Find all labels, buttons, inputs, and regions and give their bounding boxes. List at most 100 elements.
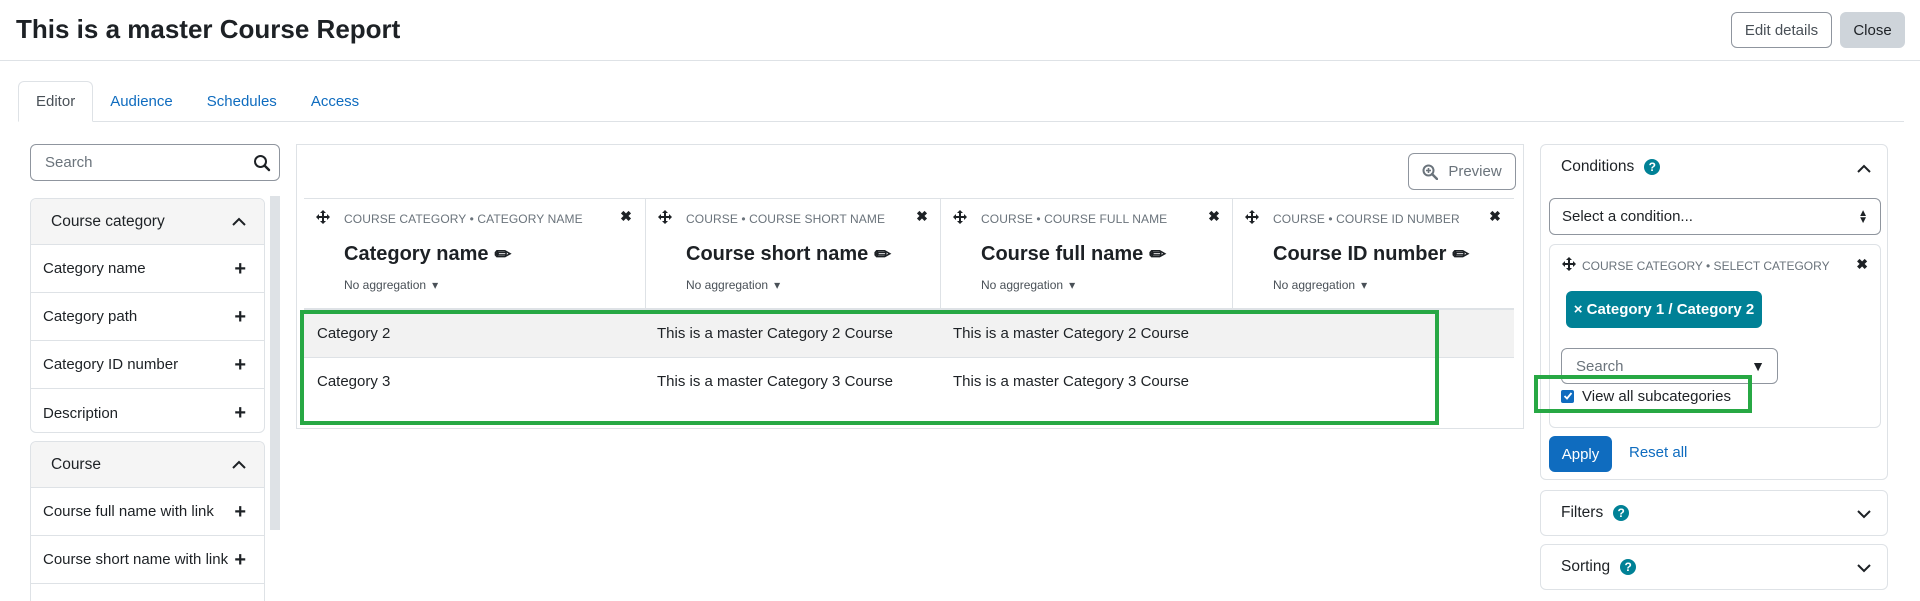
plus-icon[interactable]: + — [234, 355, 246, 375]
pencil-icon[interactable]: ✏ — [1149, 242, 1166, 267]
course-card: Course Course full name with link + Cours… — [30, 441, 265, 601]
column-header-course-full-name: COURSE • COURSE FULL NAME ✖ Course full … — [941, 198, 1233, 308]
plus-icon[interactable]: + — [234, 403, 246, 423]
search-icon[interactable] — [253, 154, 271, 172]
sidebar-item-category-path[interactable]: Category path + — [31, 293, 264, 341]
chevron-up-icon[interactable] — [232, 217, 246, 227]
pencil-icon[interactable]: ✏ — [495, 242, 512, 267]
preview-label: Preview — [1448, 163, 1502, 180]
course-header[interactable]: Course — [31, 442, 264, 488]
tab-audience[interactable]: Audience — [93, 81, 190, 122]
help-icon[interactable]: ? — [1620, 559, 1637, 575]
sidebar-item-category-id-number[interactable]: Category ID number + — [31, 341, 264, 389]
sidebar-item-description[interactable]: Description + — [31, 389, 264, 432]
sidebar-item-label: Description — [43, 404, 119, 422]
column-category-label: COURSE • COURSE SHORT NAME — [686, 212, 886, 226]
chevron-up-icon[interactable] — [232, 460, 246, 470]
plus-icon[interactable]: + — [234, 307, 246, 327]
selected-category-chip[interactable]: × Category 1 / Category 2 — [1566, 291, 1762, 328]
page-title: This is a master Course Report — [16, 14, 401, 44]
chevron-down-icon[interactable] — [1857, 561, 1871, 575]
column-header-category-name: COURSE CATEGORY • CATEGORY NAME ✖ Catego… — [304, 198, 646, 308]
move-icon[interactable] — [953, 210, 967, 224]
remove-column-icon[interactable]: ✖ — [1208, 209, 1220, 223]
aggregation-dropdown[interactable]: No aggregation ▾ — [981, 278, 1075, 292]
zoom-in-icon — [1422, 164, 1439, 180]
category-search-input[interactable] — [1574, 356, 1734, 376]
filters-header: Filters ? — [1561, 504, 1630, 522]
column-title-text: Course ID number — [1273, 243, 1447, 265]
select-condition-label: Select a condition... — [1562, 208, 1693, 225]
plus-icon[interactable]: + — [234, 259, 246, 279]
sorting-title: Sorting — [1561, 558, 1611, 575]
course-category-header[interactable]: Course category — [31, 199, 264, 245]
column-category-label: COURSE • COURSE ID NUMBER — [1273, 212, 1460, 226]
sidebar-item-label: Course full name with link — [43, 503, 214, 520]
close-button[interactable]: Close — [1840, 12, 1905, 48]
aggregation-dropdown[interactable]: No aggregation ▾ — [1273, 278, 1367, 292]
column-title-text: Course short name — [686, 243, 869, 265]
aggregation-dropdown[interactable]: No aggregation ▾ — [686, 278, 780, 292]
select-condition-dropdown[interactable]: Select a condition... ▲ ▼ — [1549, 198, 1881, 235]
select-arrows-icon: ▲ ▼ — [1858, 207, 1868, 226]
column-title: Course short name ✏ — [686, 242, 891, 267]
tab-schedules[interactable]: Schedules — [190, 81, 294, 122]
caret-down-icon: ▾ — [432, 278, 439, 292]
sidebar-search-input[interactable] — [43, 145, 243, 180]
filters-title: Filters — [1561, 504, 1604, 521]
remove-column-icon[interactable]: ✖ — [916, 209, 928, 223]
aggregation-dropdown[interactable]: No aggregation ▾ — [344, 278, 438, 292]
sorting-card[interactable]: Sorting ? — [1540, 544, 1888, 590]
column-title-text: Course full name — [981, 243, 1144, 265]
chevron-up-icon[interactable] — [1857, 162, 1871, 176]
move-icon[interactable] — [1562, 257, 1576, 271]
aggregation-label: No aggregation — [344, 278, 427, 292]
header-divider — [0, 60, 1920, 61]
column-category-label: COURSE • COURSE FULL NAME — [981, 212, 1168, 226]
move-icon[interactable] — [316, 210, 330, 224]
aggregation-label: No aggregation — [1273, 278, 1356, 292]
condition-label: COURSE CATEGORY • SELECT CATEGORY — [1582, 259, 1830, 273]
remove-condition-icon[interactable]: ✖ — [1856, 257, 1868, 271]
chevron-down-icon[interactable] — [1857, 507, 1871, 521]
tab-access[interactable]: Access — [294, 81, 376, 122]
course-category-card: Course category Category name + Category … — [30, 198, 265, 433]
highlight-box-checkbox — [1534, 375, 1752, 413]
caret-down-icon: ▾ — [1361, 278, 1368, 292]
aggregation-label: No aggregation — [981, 278, 1064, 292]
move-icon[interactable] — [1245, 210, 1259, 224]
pencil-icon[interactable]: ✏ — [1452, 242, 1469, 267]
remove-column-icon[interactable]: ✖ — [1489, 209, 1501, 223]
column-header-course-short-name: COURSE • COURSE SHORT NAME ✖ Course shor… — [646, 198, 941, 308]
sidebar-item-course-full-name[interactable]: Course full name with link + — [31, 488, 264, 536]
highlight-box-rows — [300, 310, 1439, 425]
help-icon[interactable]: ? — [1644, 159, 1661, 175]
column-title: Category name ✏ — [344, 242, 511, 267]
sidebar-scrollbar[interactable] — [270, 196, 280, 530]
sidebar-item-label: Category name — [43, 260, 146, 277]
sidebar-item-course-short-name[interactable]: Course short name with link + — [31, 536, 264, 584]
caret-down-icon: ▾ — [1069, 278, 1076, 292]
plus-icon[interactable]: + — [234, 502, 246, 522]
tabs-divider — [18, 121, 1904, 122]
caret-down-icon[interactable]: ▼ — [1751, 358, 1765, 374]
sidebar-item-label: Category ID number — [43, 356, 179, 373]
conditions-header[interactable]: Conditions ? — [1561, 158, 1661, 176]
conditions-title: Conditions — [1561, 158, 1635, 175]
preview-button[interactable]: Preview — [1408, 153, 1516, 190]
move-icon[interactable] — [658, 210, 672, 224]
reset-all-link[interactable]: Reset all — [1629, 444, 1687, 461]
sidebar-item-category-name[interactable]: Category name + — [31, 245, 264, 293]
column-category-label: COURSE CATEGORY • CATEGORY NAME — [344, 212, 583, 226]
pencil-icon[interactable]: ✏ — [874, 242, 891, 267]
tab-editor[interactable]: Editor — [18, 81, 94, 122]
help-icon[interactable]: ? — [1613, 505, 1630, 521]
plus-icon[interactable]: + — [234, 550, 246, 570]
column-title: Course full name ✏ — [981, 242, 1166, 267]
remove-column-icon[interactable]: ✖ — [620, 209, 632, 223]
filters-card[interactable]: Filters ? — [1540, 490, 1888, 536]
apply-button[interactable]: Apply — [1549, 436, 1612, 472]
tab-bar: Editor Audience Schedules Access — [18, 81, 376, 122]
edit-details-button[interactable]: Edit details — [1731, 12, 1832, 48]
column-header-course-id-number: COURSE • COURSE ID NUMBER ✖ Course ID nu… — [1233, 198, 1514, 308]
